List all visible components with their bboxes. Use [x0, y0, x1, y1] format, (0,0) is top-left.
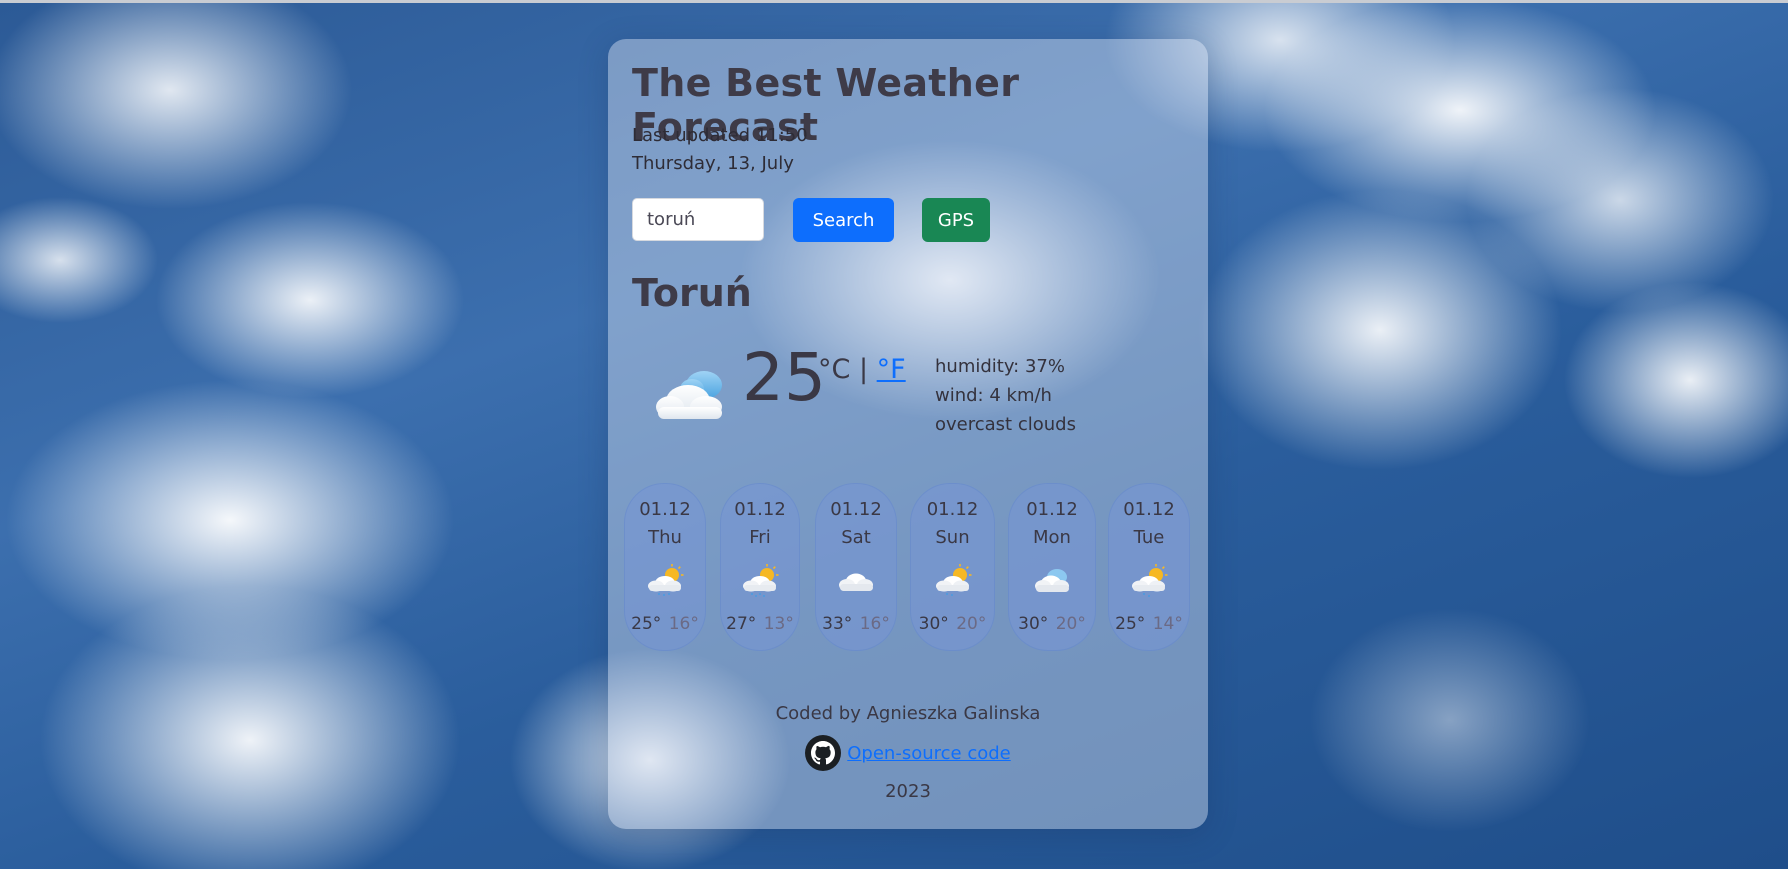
- forecast-temps: 30° 20°: [1009, 614, 1095, 634]
- forecast-temps: 27° 13°: [721, 614, 799, 634]
- cloud-blue-icon: [1035, 569, 1069, 592]
- forecast-day: 01.12 Mon 30° 20°: [1008, 483, 1096, 651]
- forecast-day: 01.12 Sun 30° 20°: [910, 483, 995, 651]
- forecast-date: 01.12: [639, 499, 691, 520]
- cloud-icon: [839, 573, 873, 591]
- forecast-day: 01.12 Sat 33° 16°: [815, 483, 897, 651]
- unit-toggle: °C | °F: [818, 354, 906, 385]
- forecast-weekday: Mon: [1033, 527, 1071, 548]
- forecast-temps: 33° 16°: [816, 614, 896, 634]
- weather-card: The Best Weather Forecast Last updated 1…: [608, 39, 1208, 829]
- forecast-weekday: Thu: [648, 527, 682, 548]
- sun-cloud-rain-icon: [935, 564, 971, 596]
- forecast-date: 01.12: [1123, 499, 1175, 520]
- author-credit: Coded by Agnieszka Galinska: [775, 703, 1041, 724]
- open-source-link[interactable]: Open-source code: [847, 743, 1010, 764]
- footer-year: 2023: [885, 781, 931, 802]
- fahrenheit-link[interactable]: °F: [877, 354, 906, 385]
- forecast-weekday: Sat: [841, 527, 871, 548]
- unit-separator: |: [858, 354, 869, 385]
- forecast-weekday: Sun: [935, 527, 970, 548]
- humidity: humidity: 37%: [935, 356, 1065, 377]
- wind-speed: wind: 4 km/h: [935, 385, 1052, 406]
- weather-description: overcast clouds: [935, 414, 1076, 435]
- temp-min: 13°: [763, 614, 794, 634]
- forecast-temps: 30° 20°: [911, 614, 994, 634]
- temp-min: 16°: [668, 614, 699, 634]
- temp-min: 16°: [859, 614, 890, 634]
- celsius-unit[interactable]: °C: [818, 354, 850, 385]
- temp-max: 25°: [1115, 614, 1146, 634]
- temp-min: 20°: [1055, 614, 1086, 634]
- forecast-date: 01.12: [926, 499, 979, 520]
- temp-min: 14°: [1152, 614, 1183, 634]
- forecast-day: 01.12 Thu 25° 16°: [624, 483, 706, 651]
- forecast-temps: 25° 14°: [1109, 614, 1189, 634]
- forecast-weekday: Tue: [1133, 527, 1165, 548]
- current-date: Thursday, 13, July: [632, 153, 794, 174]
- gps-button[interactable]: GPS: [922, 198, 990, 242]
- sun-cloud-rain-icon: [743, 564, 779, 597]
- forecast-date: 01.12: [830, 499, 882, 520]
- city-search-input[interactable]: [632, 198, 764, 241]
- github-icon[interactable]: [805, 735, 842, 771]
- source-link-row: Open-source code: [608, 735, 1208, 771]
- browser-top-border: [0, 0, 1788, 3]
- sun-cloud-rain-icon: [648, 564, 684, 596]
- current-temperature: 25: [742, 339, 826, 416]
- temp-max: 30°: [1018, 614, 1049, 634]
- city-name: Toruń: [632, 271, 752, 315]
- temp-max: 33°: [822, 614, 853, 634]
- forecast-day: 01.12 Tue 25° 14°: [1108, 483, 1190, 651]
- forecast-temps: 25° 16°: [625, 614, 705, 634]
- sun-cloud-rain-icon: [1132, 564, 1168, 597]
- temp-min: 20°: [956, 614, 987, 634]
- temp-max: 25°: [631, 614, 662, 634]
- temp-max: 30°: [918, 614, 949, 634]
- temp-max: 27°: [726, 614, 757, 634]
- forecast-date: 01.12: [734, 499, 786, 520]
- forecast-day: 01.12 Fri 27° 13°: [720, 483, 800, 651]
- search-button[interactable]: Search: [793, 198, 894, 242]
- forecast-date: 01.12: [1026, 499, 1078, 520]
- last-updated: Last updated 11:50: [632, 125, 808, 146]
- weather-details: humidity: 37% wind: 4 km/h overcast clou…: [935, 352, 1076, 439]
- forecast-row: 01.12 Thu 25° 16° 01.12 Fri 27° 13° 01.1…: [624, 483, 1192, 653]
- forecast-weekday: Fri: [749, 527, 771, 548]
- cloud-sun-icon: [656, 371, 722, 419]
